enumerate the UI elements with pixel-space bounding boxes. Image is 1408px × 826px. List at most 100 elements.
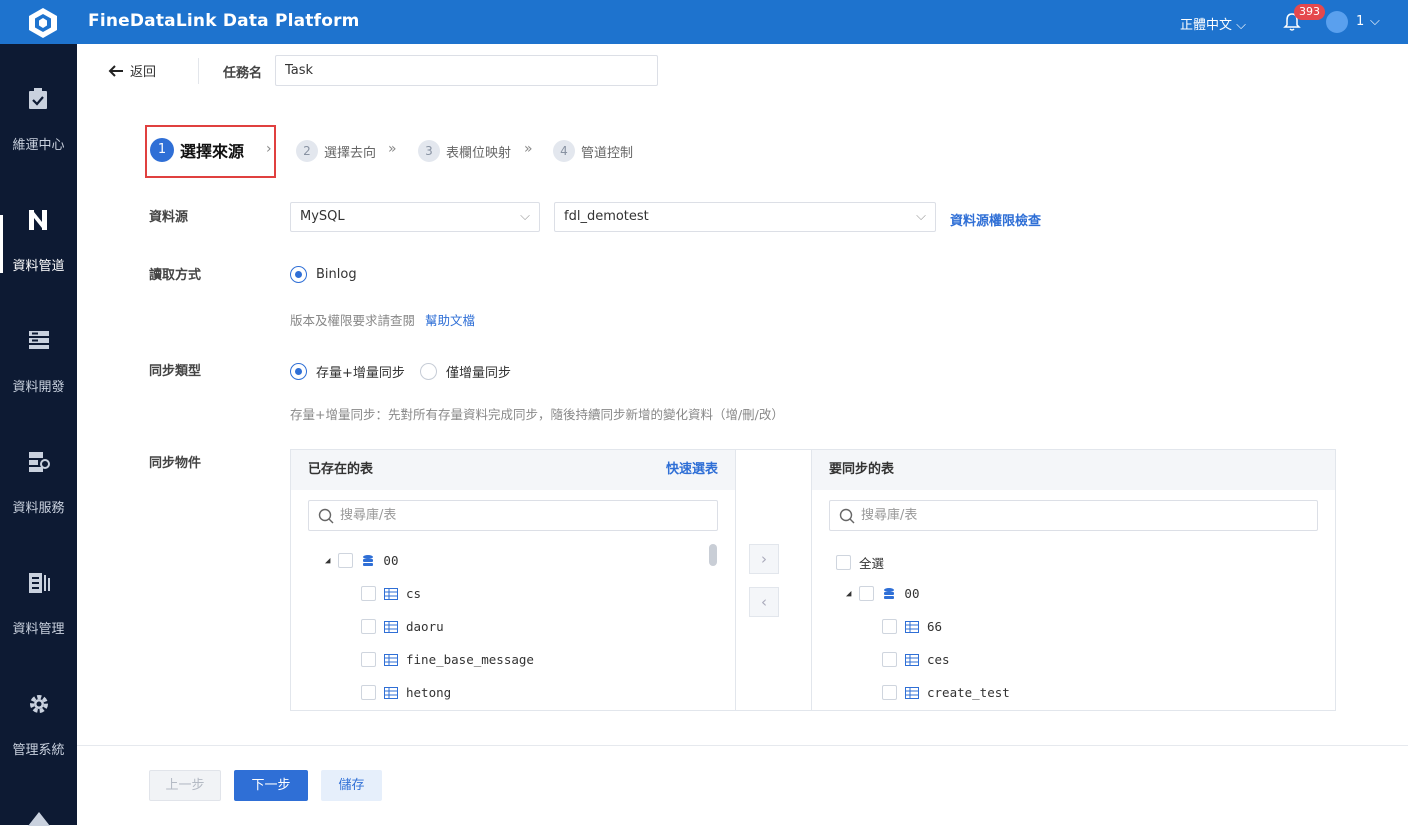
step-select-target[interactable]: 2 選擇去向 [296, 140, 376, 162]
checkbox[interactable] [882, 619, 897, 634]
table-name: fine_base_message [406, 652, 534, 667]
tree-row-db[interactable]: ◢ 00 [325, 553, 398, 568]
sync-tables-panel: 要同步的表 搜尋庫/表 全選 ◢ 00 66 ces create_test [812, 450, 1335, 710]
sidebar-item-label: 資料管道 [12, 259, 65, 274]
checkbox[interactable] [859, 586, 875, 601]
search-icon [839, 508, 855, 524]
sidebar-item-data-manage[interactable]: 資料管理 [0, 528, 77, 649]
checkbox[interactable] [361, 586, 376, 601]
footer-divider [77, 745, 1408, 746]
move-left-button[interactable]: ‹ [749, 587, 779, 617]
sidebar-item-data-pipeline[interactable]: 資料管道 [0, 165, 77, 286]
source-db-value: fdl_demotest [564, 209, 649, 224]
sidebar-item-manage-system[interactable]: 管理系統 [0, 649, 77, 770]
step-label: 管道控制 [581, 145, 634, 161]
sidebar-item-ops-center[interactable]: 維運中心 [0, 44, 77, 165]
full-incremental-radio[interactable]: 存量+增量同步 [290, 362, 405, 381]
prev-step-button[interactable]: 上一步 [149, 770, 221, 801]
source-type-select[interactable]: MySQL ⌵ [290, 202, 540, 232]
tree-row-table[interactable]: fine_base_message [361, 652, 534, 667]
incremental-only-radio[interactable]: 僅增量同步 [420, 362, 511, 381]
tree-row-table[interactable]: ces [882, 652, 950, 667]
radio-unchecked-icon [420, 363, 437, 380]
chevron-down-icon[interactable]: ⌵ [1370, 14, 1380, 29]
table-icon [905, 686, 919, 699]
gear-icon [30, 695, 48, 713]
left-search-input[interactable]: 搜尋庫/表 [308, 500, 718, 531]
checkbox[interactable] [361, 685, 376, 700]
panel-title: 要同步的表 [829, 462, 895, 477]
tree-row-table[interactable]: hetong [361, 685, 451, 700]
caret-icon[interactable]: ◢ [325, 556, 330, 566]
binlog-radio[interactable]: Binlog [290, 266, 357, 283]
arrow-left-icon [108, 64, 123, 77]
permission-check-link[interactable]: 資料源權限檢查 [950, 210, 1041, 229]
radio-checked-icon [290, 363, 307, 380]
search-placeholder: 搜尋庫/表 [861, 508, 918, 523]
step-field-mapping[interactable]: 3 表欄位映射 [418, 140, 511, 162]
checkbox[interactable] [882, 652, 897, 667]
clipboard-check-icon [29, 88, 47, 109]
pipeline-icon [29, 210, 47, 230]
tree-row-table[interactable]: daoru [361, 619, 444, 634]
quick-select-link[interactable]: 快速選表 [666, 450, 718, 490]
table-icon [384, 653, 398, 666]
panel-title: 已存在的表 [308, 462, 374, 477]
db-name: 00 [904, 586, 920, 601]
chevron-down-icon: ⌵ [916, 209, 926, 224]
user-name[interactable]: 1 [1356, 14, 1364, 29]
tree-row-table[interactable]: 66 [882, 619, 942, 634]
checkbox[interactable] [361, 619, 376, 634]
step-pipeline-control[interactable]: 4 管道控制 [553, 140, 633, 162]
source-db-select[interactable]: fdl_demotest ⌵ [554, 202, 936, 232]
chevron-right-icon: › [761, 550, 767, 568]
checkbox[interactable] [338, 553, 354, 568]
panel-header: 已存在的表 快速選表 [291, 450, 735, 490]
sidebar-item-label: 維運中心 [12, 138, 65, 153]
language-switch[interactable]: 正體中文 ⌵ [1180, 14, 1246, 33]
tree-row-table[interactable]: cs [361, 586, 421, 601]
sync-type-label: 同步類型 [149, 364, 202, 379]
tree-row-table[interactable]: create_test [882, 685, 1010, 700]
version-hint-text: 版本及權限要求請查閱 [290, 313, 416, 328]
select-all-label: 全選 [859, 556, 885, 571]
checkbox[interactable] [836, 555, 851, 570]
db-name: 00 [383, 553, 399, 568]
checkbox[interactable] [882, 685, 897, 700]
back-label: 返回 [130, 65, 157, 80]
step-number: 1 [150, 138, 174, 162]
step-select-source[interactable]: 1 選擇來源 [150, 138, 244, 162]
back-button[interactable]: 返回 [108, 61, 156, 80]
full-incremental-label: 存量+增量同步 [316, 366, 405, 381]
notification-badge: 393 [1294, 4, 1325, 20]
caret-icon[interactable]: ◢ [846, 589, 851, 599]
avatar[interactable] [1326, 11, 1348, 33]
tree-row-db[interactable]: ◢ 00 [846, 586, 919, 601]
checkbox[interactable] [361, 652, 376, 667]
sidebar-item-data-dev[interactable]: 資料開發 [0, 286, 77, 407]
step-label: 表欄位映射 [446, 145, 512, 161]
warning-triangle-icon [28, 812, 50, 826]
task-name-label: 任務名 [223, 66, 263, 81]
save-button[interactable]: 儲存 [321, 770, 382, 801]
radio-checked-icon [290, 266, 307, 283]
select-all-row[interactable]: 全選 [836, 553, 884, 572]
scrollbar-thumb[interactable] [709, 544, 717, 566]
table-name: hetong [406, 685, 452, 700]
sidebar-item-label: 資料服務 [12, 501, 65, 516]
sidebar-item-label: 資料管理 [12, 622, 65, 637]
move-right-button[interactable]: › [749, 544, 779, 574]
table-icon [905, 653, 919, 666]
right-search-input[interactable]: 搜尋庫/表 [829, 500, 1318, 531]
sidebar-item-label: 管理系統 [12, 743, 65, 758]
help-doc-link[interactable]: 幫助文檔 [425, 313, 475, 328]
database-icon [884, 587, 895, 599]
chevron-right-icon: › [266, 141, 272, 157]
step-label: 選擇去向 [324, 145, 377, 161]
next-step-button[interactable]: 下一步 [234, 770, 308, 801]
source-label: 資料源 [149, 210, 189, 225]
version-hint: 版本及權限要求請查閱 幫助文檔 [290, 310, 475, 329]
step-number: 2 [296, 140, 318, 162]
task-name-input[interactable] [275, 55, 658, 86]
sidebar-item-data-service[interactable]: 資料服務 [0, 407, 77, 528]
